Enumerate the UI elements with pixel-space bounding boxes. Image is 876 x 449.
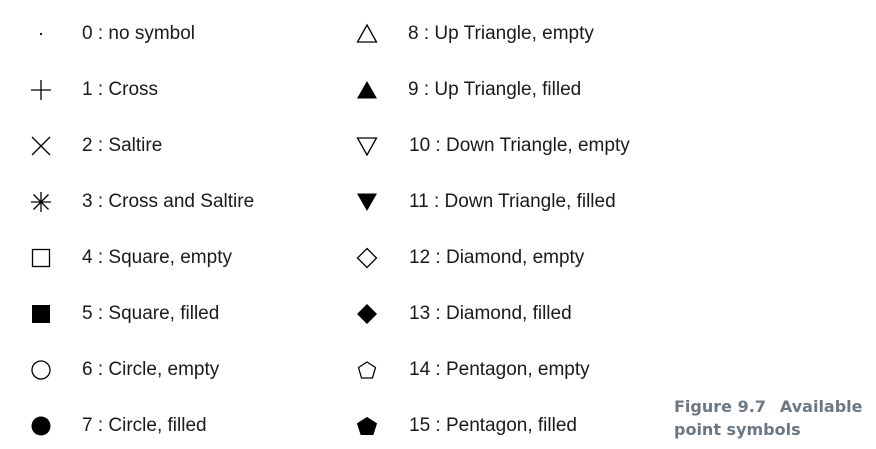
symbol-row-2: 2 : Saltire [0,126,340,166]
symbol-label: 5 : Square, filled [82,303,220,324]
symbol-label: 9 : Up Triangle, filled [408,79,582,100]
symbol-label: 7 : Circle, filled [82,415,207,436]
symbol-row-3: 3 : Cross and Saltire [0,182,340,222]
symbol-label: 11 : Down Triangle, filled [409,191,616,212]
point-symbols-figure: 0 : no symbol 1 : Cross 2 : Saltire 3 : … [0,0,876,449]
symbol-label: 6 : Circle, empty [82,359,220,380]
symbol-label: 10 : Down Triangle, empty [409,135,630,156]
cross-icon [29,78,53,102]
figure-caption: Figure 9.7 Available point symbols [674,395,863,441]
asterisk-icon [29,190,53,214]
symbol-label: 4 : Square, empty [82,247,232,268]
symbol-row-11: 11 : Down Triangle, filled [340,182,670,222]
symbol-label: 1 : Cross [82,79,159,100]
symbol-row-4: 4 : Square, empty [0,238,340,278]
down-triangle-filled-icon [355,190,379,214]
down-triangle-empty-icon [355,134,379,158]
symbol-row-14: 14 : Pentagon, empty [340,350,670,390]
circle-empty-icon [29,358,53,382]
square-empty-icon [29,246,53,270]
symbol-row-13: 13 : Diamond, filled [340,294,670,334]
figure-number: Figure 9.7 [674,397,766,416]
diamond-filled-icon [355,302,379,326]
circle-filled-icon [29,414,53,438]
square-filled-icon [29,302,53,326]
up-triangle-empty-icon [355,22,379,46]
pentagon-filled-icon [355,414,379,438]
caption-line-1: Figure 9.7 Available [674,395,863,418]
saltire-icon [29,134,53,158]
symbol-row-12: 12 : Diamond, empty [340,238,670,278]
symbol-row-8: 8 : Up Triangle, empty [340,14,670,54]
symbol-row-1: 1 : Cross [0,70,340,110]
symbol-label: 15 : Pentagon, filled [409,415,577,436]
symbol-row-15: 15 : Pentagon, filled [340,406,670,446]
symbol-row-6: 6 : Circle, empty [0,350,340,390]
symbol-label: 8 : Up Triangle, empty [408,23,594,44]
diamond-empty-icon [355,246,379,270]
symbol-label: 0 : no symbol [82,23,195,44]
up-triangle-filled-icon [355,78,379,102]
caption-line-2: point symbols [674,420,801,439]
caption-text: Available [779,397,863,416]
symbol-label: 14 : Pentagon, empty [409,359,590,380]
dot-icon [29,22,53,46]
symbol-row-5: 5 : Square, filled [0,294,340,334]
symbol-label: 3 : Cross and Saltire [82,191,255,212]
symbol-row-0: 0 : no symbol [0,14,340,54]
symbol-row-10: 10 : Down Triangle, empty [340,126,670,166]
symbol-row-9: 9 : Up Triangle, filled [340,70,670,110]
symbol-row-7: 7 : Circle, filled [0,406,340,446]
symbol-label: 2 : Saltire [82,135,163,156]
symbol-label: 12 : Diamond, empty [409,247,585,268]
symbol-label: 13 : Diamond, filled [409,303,572,324]
pentagon-empty-icon [355,358,379,382]
